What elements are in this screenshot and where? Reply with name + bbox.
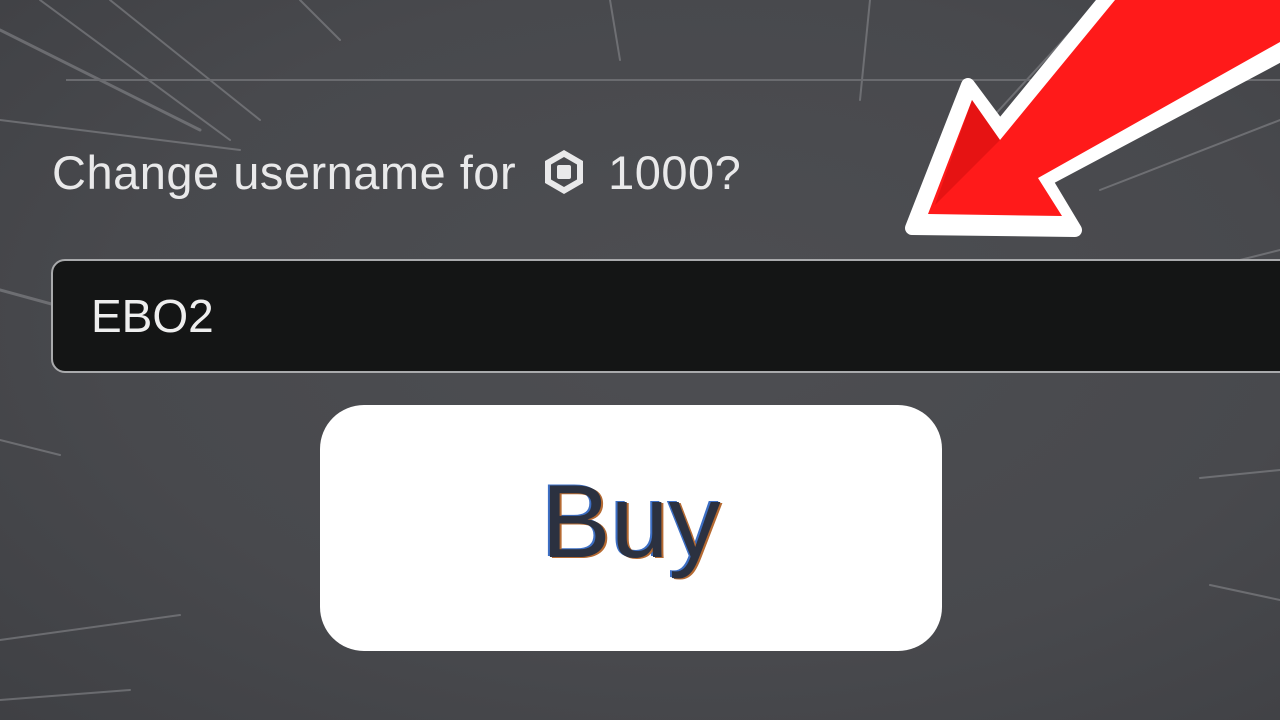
robux-icon <box>540 148 588 196</box>
change-username-prompt: Change username for 1000? <box>52 140 741 204</box>
username-input[interactable] <box>51 259 1280 373</box>
prompt-text: Change username for <box>52 145 517 199</box>
price-text: 1000? <box>608 145 742 199</box>
red-arrow-icon <box>905 0 1280 237</box>
buy-button[interactable]: Buy <box>320 405 942 651</box>
thumbnail-canvas: Change username for 1000? Buy <box>0 0 1280 720</box>
